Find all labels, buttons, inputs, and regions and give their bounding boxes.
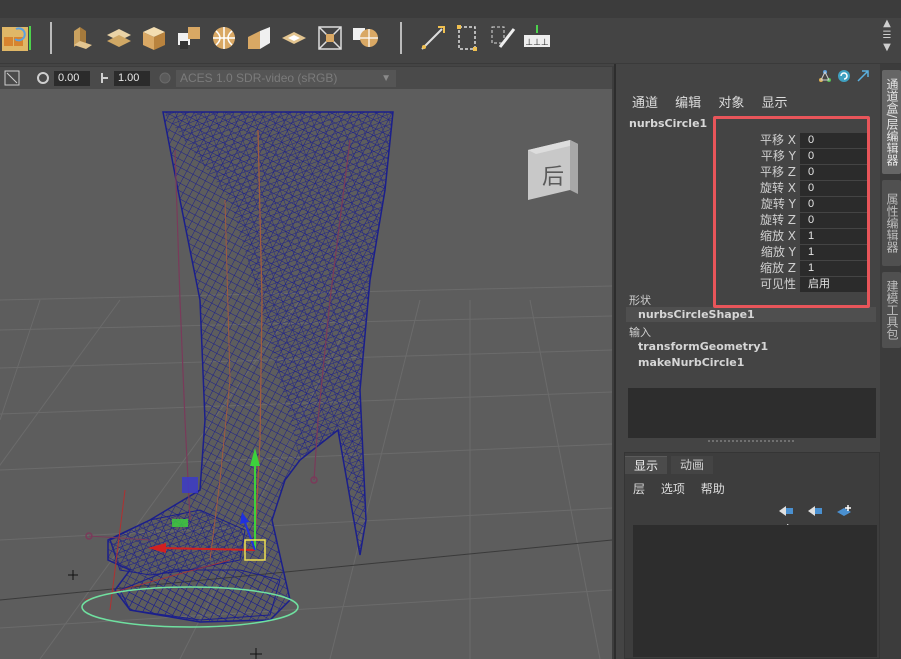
chevron-down-icon: ▼	[381, 73, 391, 84]
pivot-crosshair	[68, 570, 78, 580]
menu-object[interactable]: 对象	[718, 96, 744, 111]
shelf-bridge-icon[interactable]	[315, 23, 345, 53]
inputs-section-title: 输入	[629, 326, 651, 339]
menu-edit[interactable]: 编辑	[675, 96, 701, 111]
resolution-gate-icon[interactable]	[4, 70, 20, 86]
scroll-down-icon[interactable]: ▼	[880, 42, 894, 54]
shelf-extrude-icon[interactable]	[244, 23, 274, 53]
layer-editor-tabs: 显示 动画	[625, 456, 881, 474]
channel-box-empty-area	[628, 388, 876, 438]
layer-editor-menubar: 层 选项 帮助	[633, 480, 737, 497]
tab-attribute-editor[interactable]: 属性编辑器	[882, 180, 901, 266]
shape-node[interactable]: nurbsCircleShape1	[638, 308, 755, 321]
gamma-field[interactable]: 1.00	[114, 71, 150, 86]
move-layer-up-icon[interactable]	[777, 504, 795, 517]
nodes-icon[interactable]	[818, 69, 832, 83]
move-layer-down-icon[interactable]	[806, 504, 824, 517]
shelf-plane-stack-icon[interactable]	[104, 23, 134, 53]
tab-animation[interactable]: 动画	[671, 456, 714, 474]
shelf-smooth-icon[interactable]	[350, 23, 380, 53]
menu-show[interactable]: 显示	[761, 96, 787, 111]
character-wireframe	[85, 111, 394, 623]
channel-box-menubar: 通道 编辑 对象 显示	[632, 92, 800, 111]
scroll-up-icon[interactable]: ▲	[880, 18, 894, 30]
expand-icon[interactable]	[856, 69, 870, 83]
input-node[interactable]: makeNurbCircle1	[638, 356, 744, 369]
layer-editor: 显示 动画 层 选项 帮助	[624, 452, 880, 659]
refresh-icon[interactable]	[837, 69, 851, 83]
3d-viewport[interactable]: 后	[0, 89, 612, 659]
shelf-text-icon[interactable]: ⊥⊥⊥	[522, 23, 552, 53]
colorspace-label: ACES 1.0 SDR-video (sRGB)	[180, 71, 338, 85]
menu-icon[interactable]: ☰	[880, 30, 894, 42]
panel-icon-group	[818, 68, 870, 87]
tab-display[interactable]: 显示	[625, 456, 668, 474]
layer-buttons	[777, 502, 879, 535]
menu-help[interactable]: 帮助	[701, 482, 725, 496]
tab-channel-box-layer-editor[interactable]: 通道盒/层编辑器	[882, 70, 901, 174]
shelf-bevel-icon[interactable]	[279, 23, 309, 53]
shelf-curve-tool-icon[interactable]	[418, 23, 448, 53]
shelf-cube-icon[interactable]	[139, 23, 169, 53]
exposure-icon[interactable]	[36, 71, 50, 85]
shelf-box-icon[interactable]	[68, 23, 98, 53]
shelf-snap-icon[interactable]	[0, 23, 34, 53]
exposure-field[interactable]: 0.00	[54, 71, 90, 86]
shelf-grid-cube-icon[interactable]	[174, 23, 204, 53]
new-layer-icon[interactable]	[835, 504, 853, 517]
shelf-separator	[400, 22, 402, 54]
input-node[interactable]: transformGeometry1	[638, 340, 768, 353]
shelf-bounding-icon[interactable]	[453, 23, 483, 53]
shelf-separator	[50, 22, 52, 54]
viewcube-label[interactable]: 后	[536, 161, 570, 195]
title-strip	[0, 0, 901, 18]
menu-channels[interactable]: 通道	[632, 96, 658, 111]
viewport-toolbar: 0.00 1.00 ACES 1.0 SDR-video (sRGB) ▼	[0, 67, 612, 89]
panel-splitter[interactable]	[708, 440, 794, 442]
menu-options[interactable]: 选项	[661, 482, 685, 496]
shelf-pen-icon[interactable]	[488, 23, 518, 53]
shapes-section-title: 形状	[629, 294, 651, 307]
object-name[interactable]: nurbsCircle1	[629, 117, 707, 130]
layer-list[interactable]	[633, 525, 877, 657]
shelf-scroll-buttons[interactable]: ▲ ☰ ▼	[880, 18, 894, 56]
gamma-icon[interactable]	[98, 71, 112, 85]
maya-window: ⊥⊥⊥ ▲ ☰ ▼ 0.00 1.00 ACES 1.0 SDR-video (…	[0, 0, 901, 659]
grid-axis	[0, 539, 612, 601]
tab-modeling-toolkit[interactable]: 建模工具包	[882, 272, 901, 348]
svg-text:⊥⊥⊥: ⊥⊥⊥	[525, 38, 549, 48]
shelf-sphere-icon[interactable]	[209, 23, 239, 53]
side-tab-strip: 通道盒/层编辑器 属性编辑器 建模工具包	[880, 64, 901, 659]
colorspace-dropdown[interactable]: ACES 1.0 SDR-video (sRGB) ▼	[176, 70, 396, 87]
attribute-highlight-box	[713, 116, 870, 308]
menu-layers[interactable]: 层	[633, 482, 645, 496]
shelf-toolbar: ⊥⊥⊥ ▲ ☰ ▼	[0, 18, 901, 64]
color-manage-icon[interactable]	[158, 71, 172, 85]
